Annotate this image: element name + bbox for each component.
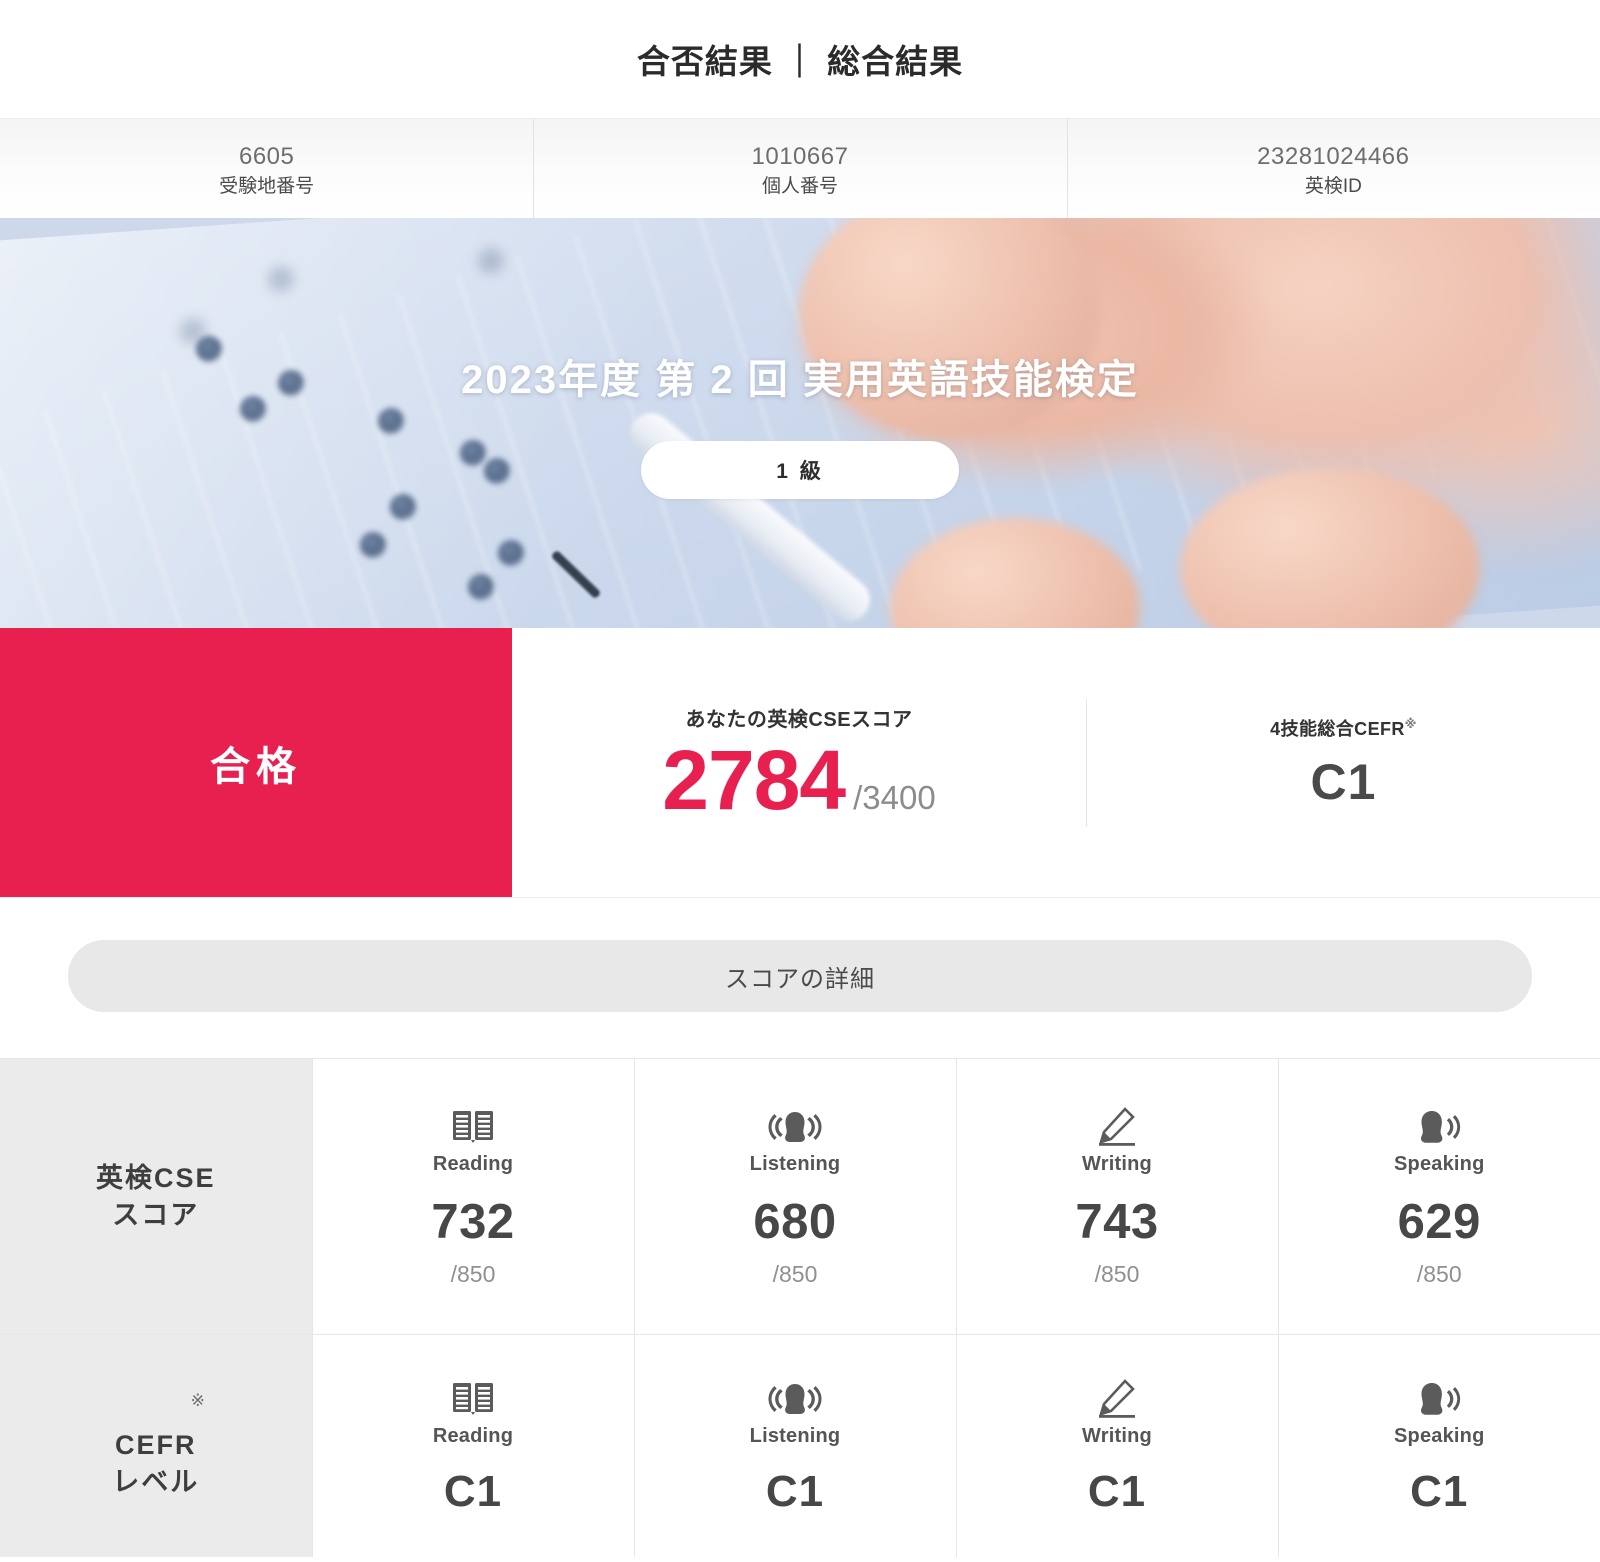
overall-cefr-label-text: 4技能総合CEFR <box>1270 718 1405 739</box>
cell-reading-score: Reading 732 /850 <box>311 1058 634 1335</box>
book-icon <box>313 1105 634 1149</box>
overall-cefr-value: C1 <box>1310 753 1377 810</box>
skill-label-writing: Writing <box>1082 1153 1152 1175</box>
id-cell-eiken-id: 23281024466 英検ID <box>1066 119 1600 218</box>
cell-listening-cefr: Listening C1 <box>633 1334 956 1557</box>
reference-mark-icon: ※ <box>1404 716 1417 731</box>
pass-status-panel: 合格 <box>0 628 512 897</box>
eiken-id-label: 英検ID <box>1304 176 1362 198</box>
skill-label-reading: Reading <box>432 1153 514 1175</box>
row-header-cefr-level: ※ CEFR レベル <box>0 1334 312 1557</box>
cse-score-block: あなたの英検CSEスコア 2784 /3400 <box>512 703 1086 822</box>
test-site-number-value: 6605 <box>238 143 295 171</box>
hero-banner: 2023年度 第 2 回 実用英語技能検定 1 級 <box>0 218 1600 628</box>
id-cell-personal-number: 1010667 個人番号 <box>533 119 1066 218</box>
skill-label-listening: Listening <box>749 1153 841 1175</box>
row-header-cse-score: 英検CSE スコア <box>0 1058 312 1335</box>
overall-cefr-label: 4技能総合CEFR※ <box>1270 715 1417 741</box>
speaking-icon <box>1279 1105 1600 1149</box>
listening-icon <box>635 1377 956 1421</box>
skill-label-writing: Writing <box>1082 1425 1152 1448</box>
listening-icon <box>635 1105 956 1149</box>
row-header-line1: CEFR <box>115 1430 197 1461</box>
detail-button-wrap: スコアの詳細 <box>0 898 1600 1058</box>
reading-score-value: 732 <box>431 1195 515 1249</box>
score-table: 英検CSE スコア Reading 732 /850 Listening 680… <box>0 1058 1600 1557</box>
row-header-line2: レベル <box>112 1466 200 1497</box>
skill-label-speaking: Speaking <box>1393 1153 1485 1175</box>
reading-score-max: /850 <box>450 1261 496 1287</box>
cell-speaking-cefr: Speaking C1 <box>1277 1334 1600 1557</box>
score-detail-button[interactable]: スコアの詳細 <box>68 940 1532 1012</box>
overall-score-panel: あなたの英検CSEスコア 2784 /3400 4技能総合CEFR※ C1 <box>512 628 1600 897</box>
speaking-score-value: 629 <box>1397 1195 1481 1249</box>
table-row-cse-score: 英検CSE スコア Reading 732 /850 Listening 680… <box>0 1058 1600 1335</box>
cse-score-label: あなたの英検CSEスコア <box>685 709 913 731</box>
cse-score-max: /3400 <box>853 779 936 816</box>
page-title: 合否結果 ｜ 総合結果 <box>636 43 964 80</box>
test-site-number-label: 受験地番号 <box>219 176 315 198</box>
cse-score-value: 2784 <box>662 733 846 827</box>
row-header-line1: 英検CSE <box>95 1163 216 1194</box>
cell-reading-cefr: Reading C1 <box>311 1334 634 1557</box>
row-header-line2: スコア <box>112 1199 200 1230</box>
pencil-icon <box>957 1377 1278 1421</box>
exam-title: 2023年度 第 2 回 実用英語技能検定 <box>461 358 1139 402</box>
grade-badge: 1 級 <box>641 441 959 499</box>
speaking-cefr-value: C1 <box>1410 1467 1469 1517</box>
result-band: 合格 あなたの英検CSEスコア 2784 /3400 4技能総合CEFR※ C1 <box>0 628 1600 898</box>
id-cell-test-site-number: 6605 受験地番号 <box>0 119 533 218</box>
table-row-cefr-level: ※ CEFR レベル Reading C1 Listening C1 Writi… <box>0 1334 1600 1557</box>
reference-mark-icon: ※ <box>190 1391 205 1411</box>
pencil-icon <box>957 1105 1278 1149</box>
reading-cefr-value: C1 <box>443 1467 503 1517</box>
skill-label-reading: Reading <box>432 1425 514 1448</box>
listening-cefr-value: C1 <box>765 1467 825 1517</box>
personal-number-label: 個人番号 <box>761 176 838 198</box>
writing-score-max: /850 <box>1094 1261 1140 1287</box>
overall-cefr-block: 4技能総合CEFR※ C1 <box>1087 715 1600 811</box>
eiken-id-value: 23281024466 <box>1257 143 1410 171</box>
listening-score-value: 680 <box>753 1195 837 1249</box>
cell-writing-score: Writing 743 /850 <box>955 1058 1278 1335</box>
writing-cefr-value: C1 <box>1087 1467 1147 1517</box>
cell-listening-score: Listening 680 /850 <box>633 1058 956 1335</box>
page-header: 合否結果 ｜ 総合結果 <box>0 0 1600 118</box>
identification-strip: 6605 受験地番号 1010667 個人番号 23281024466 英検ID <box>0 118 1600 218</box>
cell-speaking-score: Speaking 629 /850 <box>1277 1058 1600 1335</box>
skill-label-speaking: Speaking <box>1393 1425 1485 1448</box>
writing-score-value: 743 <box>1075 1195 1159 1249</box>
speaking-score-max: /850 <box>1416 1261 1462 1287</box>
result-page: 合否結果 ｜ 総合結果 6605 受験地番号 1010667 個人番号 2328… <box>0 0 1600 1557</box>
speaking-icon <box>1279 1377 1600 1421</box>
hero-overlay: 2023年度 第 2 回 実用英語技能検定 1 級 <box>0 218 1600 628</box>
book-icon <box>313 1377 634 1421</box>
cell-writing-cefr: Writing C1 <box>955 1334 1278 1557</box>
personal-number-value: 1010667 <box>751 143 849 171</box>
skill-label-listening: Listening <box>749 1425 841 1448</box>
listening-score-max: /850 <box>772 1261 818 1287</box>
pass-status-label: 合格 <box>210 744 302 789</box>
cse-score-row: 2784 /3400 <box>662 738 935 822</box>
